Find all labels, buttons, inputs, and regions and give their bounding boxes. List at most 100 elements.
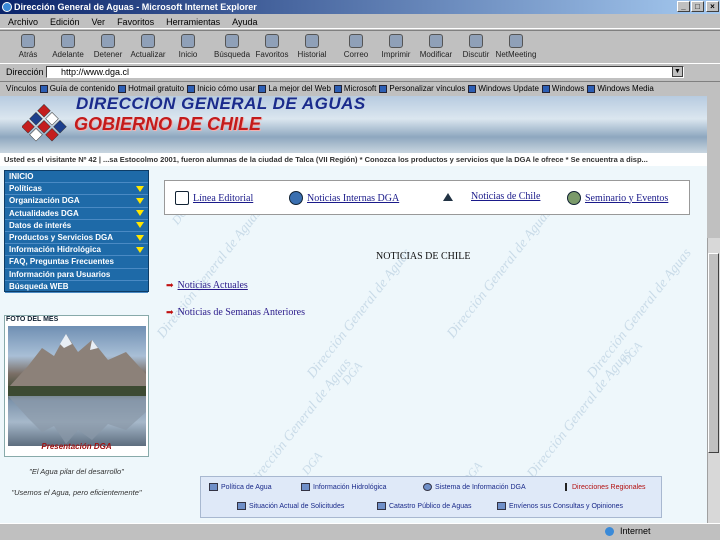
photo-of-the-month[interactable] [8,326,146,446]
forward-icon [61,34,75,48]
menu-edit[interactable]: Edición [50,17,80,27]
discuss-button[interactable]: Discutir [456,31,496,63]
minimize-button[interactable]: _ [677,1,690,12]
link-item[interactable]: Personalizar vínculos [379,84,465,93]
link-item[interactable]: Guía de contenido [39,84,115,93]
left-navigation: INICIO Políticas Organización DGA Actual… [4,170,149,293]
site-subtitle: GOBIERNO DE CHILE [74,114,262,134]
window-title: Dirección General de Aguas - Microsoft I… [14,2,257,12]
stop-button[interactable]: Detener [88,31,128,63]
folder-icon [377,502,386,510]
tab-noticias-internas[interactable]: Noticias Internas DGA [289,191,399,205]
history-icon [305,34,319,48]
search-button[interactable]: Búsqueda [212,31,252,63]
netmeeting-button[interactable]: NetMeeting [496,31,536,63]
folder-icon [301,483,310,491]
forward-button[interactable]: Adelante [48,31,88,63]
links-label: Vínculos [6,84,37,93]
search-icon [225,34,239,48]
mail-icon [497,502,506,510]
watermark-text: Dirección General de Aguas [444,206,555,342]
page-heading: NOTICIAS DE CHILE [376,251,471,262]
nav-informacion-hidrologica[interactable]: Información Hidrológica [5,244,148,257]
favorites-button[interactable]: Favoritos [252,31,292,63]
address-dropdown-icon[interactable]: ▼ [672,66,683,77]
link-item[interactable]: La mejor del Web [258,84,331,93]
discuss-icon [469,34,483,48]
edit-button[interactable]: Modificar [416,31,456,63]
tab-linea-editorial[interactable]: Línea Editorial [175,191,253,205]
chevron-down-icon [136,246,144,253]
link-situacion-solicitudes[interactable]: Situación Actual de Solicitudes [237,502,344,510]
close-button[interactable]: × [706,1,719,12]
back-button[interactable]: Atrás [8,31,48,63]
maximize-button[interactable]: □ [691,1,704,12]
link-item[interactable]: Windows Media [587,84,654,93]
link-item[interactable]: Microsoft [333,84,376,93]
menu-bar: Archivo Edición Ver Favoritos Herramient… [0,15,720,29]
nav-busqueda-web[interactable]: Búsqueda WEB [5,281,148,293]
tab-noticias-chile[interactable]: Noticias de Chile [443,191,540,202]
document-icon [175,191,189,205]
nav-datos-interes[interactable]: Datos de interés [5,220,148,232]
dga-logo-icon [22,104,67,142]
address-input[interactable]: http://www.dga.cl [46,66,684,78]
link-sistema-informacion[interactable]: Sistema de Información DGA [423,483,526,491]
scrollbar-thumb[interactable] [708,253,719,453]
link-item[interactable]: Windows [541,84,584,93]
link-direcciones-regionales[interactable]: Direcciones Regionales [565,483,646,491]
link-icon [587,84,596,93]
nav-faq[interactable]: FAQ, Preguntas Frecuentes [5,256,148,269]
netmeeting-icon [509,34,523,48]
link-catastro-publico[interactable]: Catastro Público de Aguas [377,502,472,510]
menu-favorites[interactable]: Favoritos [117,17,154,27]
news-link-current[interactable]: ➡ Noticias Actuales [166,280,248,291]
nav-actualidades[interactable]: Actualidades DGA [5,208,148,220]
nav-productos[interactable]: Productos y Servicios DGA [5,232,148,245]
nav-informacion-usuarios[interactable]: Información para Usuarios [5,269,148,281]
photo-label: FOTO DEL MES [6,316,59,323]
address-bar: Dirección http://www.dga.cl ▼ [0,64,720,80]
folder-icon [209,483,218,491]
watermark-text: Dirección General de Aguas [154,206,265,342]
chevron-down-icon [136,210,144,217]
mail-button[interactable]: Correo [336,31,376,63]
menu-help[interactable]: Ayuda [232,17,257,27]
history-button[interactable]: Historial [292,31,332,63]
tab-seminario-eventos[interactable]: Seminario y Eventos [567,191,668,205]
refresh-icon [141,34,155,48]
link-item[interactable]: Hotmail gratuito [118,84,184,93]
nav-organizacion[interactable]: Organización DGA [5,195,148,208]
menu-view[interactable]: Ver [92,17,106,27]
home-button[interactable]: Inicio [168,31,208,63]
link-informacion-hidrologica[interactable]: Información Hidrológica [301,483,387,491]
gear-icon [567,191,581,205]
watermark-short: DGA [338,359,366,388]
link-icon [541,84,550,93]
chevron-down-icon [136,234,144,241]
address-label: Dirección [6,67,44,77]
mail-icon [349,34,363,48]
link-icon [258,84,267,93]
menu-file[interactable]: Archivo [8,17,38,27]
link-politica-agua[interactable]: Política de Agua [209,483,272,491]
news-link-previous[interactable]: ➡ Noticias de Semanas Anteriores [166,307,305,318]
arrow-right-icon: ➡ [166,280,174,290]
link-icon [187,84,196,93]
refresh-button[interactable]: Actualizar [128,31,168,63]
ie-logo-icon [2,2,12,12]
globe-icon [289,191,303,205]
menu-tools[interactable]: Herramientas [166,17,220,27]
link-icon [379,84,388,93]
back-icon [21,34,35,48]
nav-inicio[interactable]: INICIO [5,171,148,184]
nav-politicas[interactable]: Políticas [5,183,148,196]
link-consultas-opiniones[interactable]: Envíenos sus Consultas y Opiniones [497,502,623,510]
link-item[interactable]: Windows Update [468,84,539,93]
link-icon [39,84,48,93]
link-item[interactable]: Inicio cómo usar [187,84,255,93]
quote-1: "El Agua pilar del desarrollo" [29,467,124,476]
map-icon [565,483,569,491]
print-button[interactable]: Imprimir [376,31,416,63]
presentation-link[interactable]: Presentación DGA [4,442,149,454]
